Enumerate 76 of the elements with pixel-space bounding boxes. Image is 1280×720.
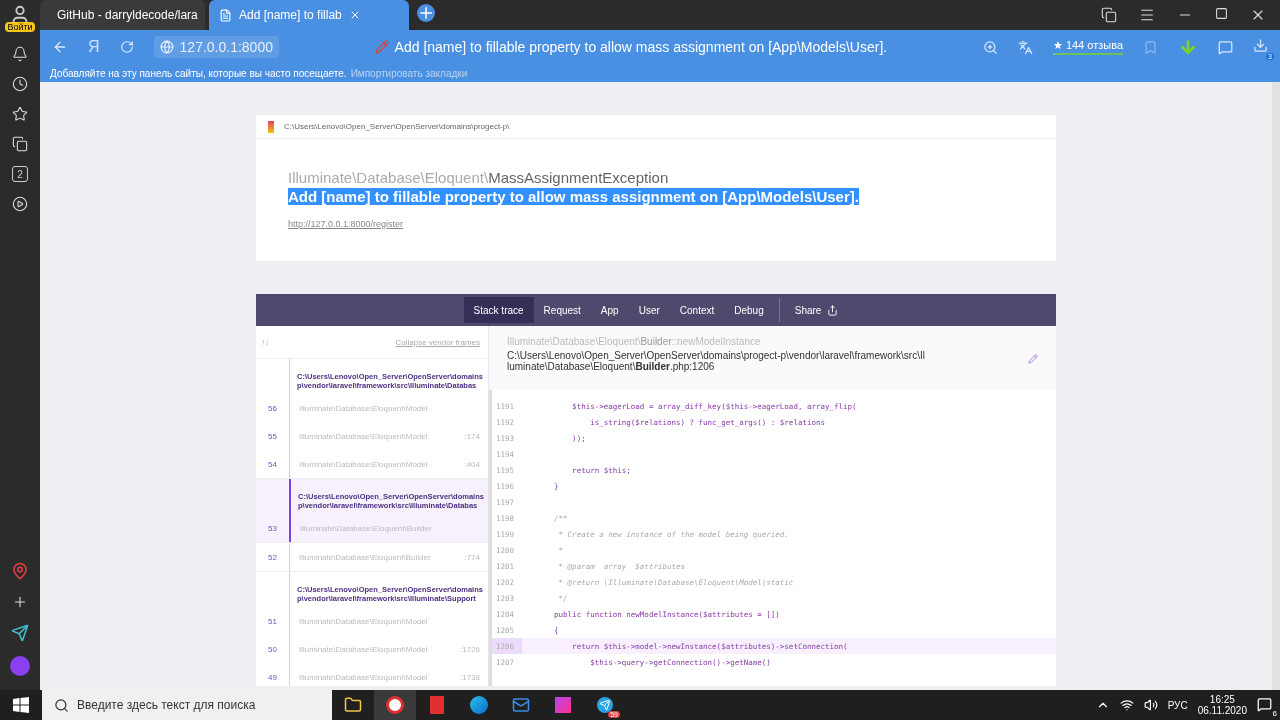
- frame-number: 55: [267, 431, 278, 441]
- reload-icon[interactable]: [119, 40, 134, 54]
- downloads-icon[interactable]: [1253, 38, 1268, 53]
- frame-number: 49: [267, 672, 278, 682]
- frame-class: Illuminate\Database\Eloquent\Builder: [300, 523, 432, 533]
- translate-icon[interactable]: [1017, 39, 1033, 55]
- request-url[interactable]: http://127.0.0.1:8000/register: [288, 219, 404, 229]
- paper-plane-icon: [597, 697, 613, 713]
- clock-icon[interactable]: [12, 76, 28, 92]
- bell-icon[interactable]: [12, 46, 28, 62]
- notifications-icon[interactable]: [1257, 696, 1272, 712]
- nav-tab[interactable]: User: [628, 297, 670, 323]
- project-path: C:\Users\Lenovo\Open_Server\OpenServer\domains\progect-p\: [284, 122, 510, 131]
- mail-icon: [512, 696, 530, 714]
- exception-message: Add [name] to fillable property to allow mass assignment on [App\Models\User].: [288, 188, 859, 205]
- search-icon: [54, 697, 69, 713]
- nav-tab[interactable]: Context: [669, 297, 725, 323]
- frame-number: 53: [267, 523, 278, 533]
- network-icon[interactable]: [1119, 698, 1134, 712]
- new-tab-icon[interactable]: [417, 4, 435, 22]
- globe-icon: [159, 40, 174, 54]
- frame-group[interactable]: 52 Illuminate\Database\Eloquent\Builder :774: [256, 543, 488, 572]
- frame-class: Illuminate\Database\Eloquent\Model: [299, 644, 428, 654]
- nav-tab[interactable]: Debug: [724, 297, 774, 323]
- frame-file-path: C:\Users\Lenovo\Open_Server\OpenServer\domains\progect-p\vendor\laravel\framework\src\Illuminate\Database\Eloquent\Builder.php:1206: [507, 350, 926, 372]
- bookmarks-hint: Добавляйте на эту панель сайты, которые вы часто посещаете.: [50, 67, 347, 79]
- document-icon: [219, 8, 232, 22]
- frame-line: :1726: [459, 644, 480, 654]
- folder-icon: [344, 696, 362, 714]
- frame-title: Illuminate\Database\Eloquent\Builder::newModelInstance: [507, 336, 762, 347]
- windows-icon: [13, 697, 29, 713]
- ignition-logo: [268, 120, 274, 133]
- play-icon[interactable]: [12, 196, 28, 212]
- map-pin-icon[interactable]: [11, 562, 29, 580]
- nav-tab[interactable]: Request: [533, 297, 591, 323]
- tabs-icon[interactable]: [1101, 7, 1117, 23]
- notification-count: 6: [1272, 708, 1277, 718]
- frame-class: Illuminate\Database\Eloquent\Builder: [299, 552, 431, 562]
- frame-class: Illuminate\Database\Eloquent\Model: [299, 672, 428, 682]
- frame-number: 52: [267, 552, 278, 562]
- search-icon[interactable]: [982, 39, 998, 55]
- clock[interactable]: 16:25 06.11.2020: [1197, 694, 1247, 716]
- add-icon[interactable]: [12, 594, 28, 610]
- frame-group[interactable]: [256, 359, 488, 479]
- nav-tab[interactable]: App: [590, 297, 629, 323]
- frame-class: Illuminate\Database\Eloquent\Model: [299, 616, 428, 626]
- language-indicator[interactable]: РУС: [1167, 699, 1188, 711]
- frame-number: 54: [267, 459, 278, 469]
- volume-icon[interactable]: [1143, 698, 1158, 712]
- collections-icon[interactable]: [12, 136, 28, 152]
- share-icon: [827, 304, 839, 316]
- maximize-icon[interactable]: [1215, 7, 1228, 20]
- send-icon[interactable]: [11, 624, 29, 642]
- frame-line: :174: [464, 431, 480, 441]
- pencil-icon: [374, 40, 389, 54]
- frame-class: Illuminate\Database\Eloquent\Model: [299, 403, 428, 413]
- frame-class: Illuminate\Database\Eloquent\Model: [299, 431, 428, 441]
- page-title: Add [name] to fillable property to allow mass assignment on [App\Models\User].: [394, 39, 888, 55]
- frame-line: :774: [464, 552, 480, 562]
- taskbar-search[interactable]: Введите здесь текст для поиска: [42, 690, 332, 720]
- menu-icon[interactable]: [1139, 7, 1155, 23]
- nav-tab[interactable]: Stack trace: [463, 297, 534, 323]
- login-label[interactable]: Войти: [5, 22, 35, 32]
- back-icon[interactable]: [52, 39, 68, 55]
- frame-number: 56: [267, 403, 278, 413]
- share-button[interactable]: Share: [784, 297, 849, 323]
- tabs-count[interactable]: 2: [12, 166, 28, 182]
- frame-number: 50: [267, 644, 278, 654]
- frame-line: :404: [464, 459, 480, 469]
- browser-tab[interactable]: GitHub - darryldecode/lara: [40, 0, 205, 30]
- exception-class: Illuminate\Database\Eloquent\MassAssignmentException: [288, 169, 669, 186]
- assistant-icon[interactable]: [10, 656, 30, 676]
- frame-line: :1738: [459, 672, 480, 682]
- frame-number: 51: [267, 616, 278, 626]
- star-icon[interactable]: [12, 106, 28, 122]
- frame-class: Illuminate\Database\Eloquent\Model: [299, 459, 428, 469]
